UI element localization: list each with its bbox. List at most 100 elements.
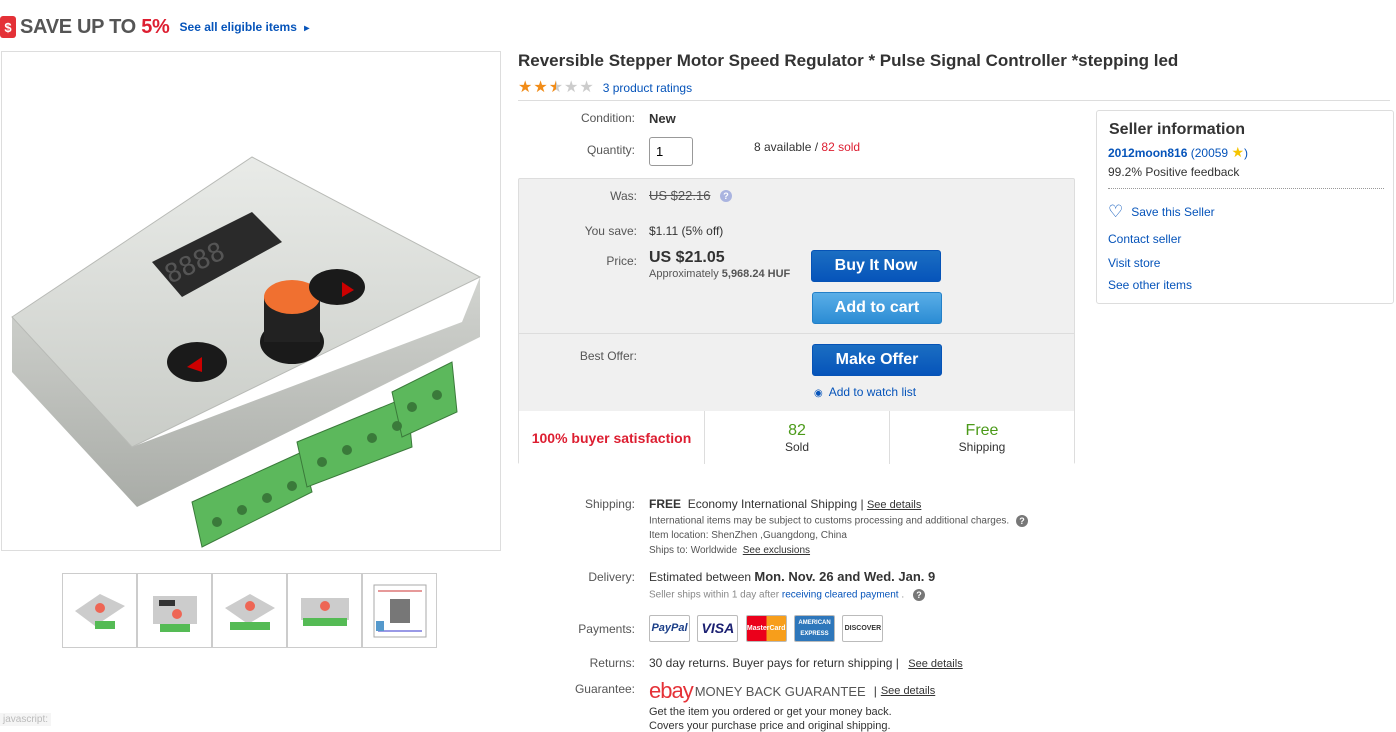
star-empty-icon: ★ (564, 79, 579, 96)
status-bar: javascript: (0, 713, 52, 726)
thumbnail-strip (62, 573, 437, 648)
guarantee-separator: | (873, 684, 877, 698)
product-main-image[interactable]: 8888 (1, 51, 501, 551)
customs-note-text: International items may be subject to cu… (649, 515, 1010, 527)
help-icon[interactable]: ? (912, 589, 925, 601)
star-full-icon: ★ (518, 79, 533, 96)
product-ratings-link[interactable]: 3 product ratings (603, 81, 692, 95)
promo-banner: $ SAVE UP TO 5% See all eligible items ▸ (0, 14, 309, 40)
thumbnail-5[interactable] (362, 573, 437, 648)
contact-seller-link[interactable]: Contact seller (1108, 232, 1181, 246)
returns-label: Returns: (589, 656, 635, 670)
thumbnail-1[interactable] (62, 573, 137, 648)
guarantee-line-1: Get the item you ordered or get your mon… (649, 706, 892, 718)
seller-score-link[interactable]: 20059 (1195, 146, 1228, 160)
sold-label: Sold (784, 439, 810, 454)
paypal-logo: PayPal (649, 615, 690, 642)
delivery-dates: Mon. Nov. 26 and Wed. Jan. 9 (754, 569, 936, 584)
condition-label: Condition: (580, 111, 635, 125)
shipping-number: Free (965, 421, 999, 439)
customs-note: International items may be subject to cu… (649, 515, 1028, 527)
star-full-icon: ★ (533, 79, 548, 96)
title-divider (518, 100, 1390, 101)
dollar-tag-icon: $ (0, 16, 16, 38)
shipping-free: FREE (649, 497, 682, 511)
guarantee-label: Guarantee: (574, 682, 635, 696)
promo-prefix: SAVE UP TO (20, 15, 136, 38)
delivery-note-text: Seller ships within 1 day after (649, 589, 780, 601)
price-label: Price: (606, 254, 637, 268)
ships-to: Ships to: Worldwide See exclusions (649, 545, 810, 556)
info-icon[interactable]: ? (720, 190, 732, 202)
returns-policy: 30 day returns. Buyer pays for return sh… (649, 656, 899, 670)
watch-label: Add to watch list (828, 385, 917, 399)
arrow-right-icon: ▸ (304, 23, 310, 34)
best-offer-label: Best Offer: (579, 349, 637, 363)
star-empty-icon: ★ (579, 79, 594, 96)
make-offer-button[interactable]: Make Offer (812, 344, 942, 376)
seller-heading: Seller information (1109, 121, 1246, 138)
seller-divider (1108, 188, 1384, 189)
seller-name-link[interactable]: 2012moon816 (1108, 146, 1187, 160)
shipping-method: Economy International Shipping | (687, 497, 864, 511)
was-price: US $22.16 (649, 188, 711, 203)
promo-percent: 5% (141, 15, 170, 38)
shipping-label-row: Shipping: (584, 497, 635, 511)
satisfaction-text: 100% buyer satisfaction (531, 429, 692, 446)
returns-see-details-link[interactable]: See details (908, 658, 962, 670)
promo-text: SAVE UP TO 5% (20, 16, 170, 39)
see-eligible-items-link[interactable]: See all eligible items ▸ (180, 20, 310, 34)
you-save-label: You save: (584, 224, 637, 238)
see-eligible-items-label: See all eligible items (179, 20, 297, 34)
ebay-logo: ebay (649, 678, 694, 703)
save-seller-label: Save this Seller (1131, 205, 1215, 219)
sold-number: 82 (788, 421, 806, 439)
ships-to-text: Ships to: Worldwide (649, 545, 738, 556)
guarantee-banner: ebay MONEY BACK GUARANTEE | See details (649, 678, 935, 704)
available-count: 8 available (754, 140, 812, 154)
guarantee-title: MONEY BACK GUARANTEE (694, 683, 866, 699)
eye-icon: ◉ (814, 388, 823, 399)
quantity-input[interactable] (649, 137, 693, 166)
thumbnail-3[interactable] (212, 573, 287, 648)
shipping-label: Shipping (958, 439, 1006, 454)
save-seller-link[interactable]: ♡ Save this Seller (1108, 202, 1215, 221)
shipping-summary: FREE Economy International Shipping | Se… (649, 497, 921, 511)
thumbnail-4[interactable] (287, 573, 362, 648)
seller-identity: 2012moon816 (20059 ★) (1108, 144, 1248, 161)
add-to-watch-list-link[interactable]: ◉ Add to watch list (814, 385, 916, 399)
shipping-cell: Free Shipping (890, 411, 1074, 464)
availability-separator: / (814, 140, 819, 154)
payment-logos: PayPal VISA MasterCard AMERICAN EXPRESS … (649, 615, 887, 642)
availability: 8 available / 82 sold (754, 140, 860, 154)
heart-icon: ♡ (1108, 202, 1124, 221)
visit-store-link[interactable]: Visit store (1108, 256, 1160, 270)
amex-logo: AMERICAN EXPRESS (794, 615, 836, 642)
see-other-items-link[interactable]: See other items (1108, 278, 1192, 292)
item-location: Item location: ShenZhen ,Guangdong, Chin… (649, 530, 847, 541)
approx-prefix: Approximately (649, 268, 719, 280)
shipping-see-details-link[interactable]: See details (867, 499, 921, 511)
cleared-payment-link[interactable]: receiving cleared payment (782, 590, 899, 601)
star-half-icon: ★ (548, 79, 564, 96)
visa-logo: VISA (697, 615, 739, 642)
seller-info-panel: Seller information 2012moon816 (20059 ★)… (1096, 110, 1394, 304)
discover-logo: DISCOVER (842, 615, 884, 642)
see-exclusions-link[interactable]: See exclusions (743, 545, 810, 556)
sold-cell: 82 Sold (705, 411, 890, 464)
guarantee-line-2: Covers your purchase price and original … (649, 720, 891, 732)
stats-row: 100% buyer satisfaction 82 Sold Free Shi… (519, 411, 1074, 464)
approx-price: Approximately 5,968.24 HUF (649, 268, 790, 280)
returns-text: 30 day returns. Buyer pays for return sh… (649, 656, 963, 670)
delivery-note-end: . (901, 589, 905, 601)
yellow-star-icon: ★ (1231, 144, 1245, 160)
add-to-cart-button[interactable]: Add to cart (812, 292, 942, 324)
thumbnail-2[interactable] (137, 573, 212, 648)
guarantee-see-details-link[interactable]: See details (881, 685, 935, 697)
seller-score-close: ) (1244, 146, 1249, 160)
approx-value: 5,968.24 HUF (721, 268, 791, 280)
condition-value: New (649, 111, 676, 126)
buy-it-now-button[interactable]: Buy It Now (811, 250, 941, 282)
delivery-note: Seller ships within 1 day after receivin… (649, 589, 925, 601)
help-icon[interactable]: ? (1015, 515, 1028, 527)
